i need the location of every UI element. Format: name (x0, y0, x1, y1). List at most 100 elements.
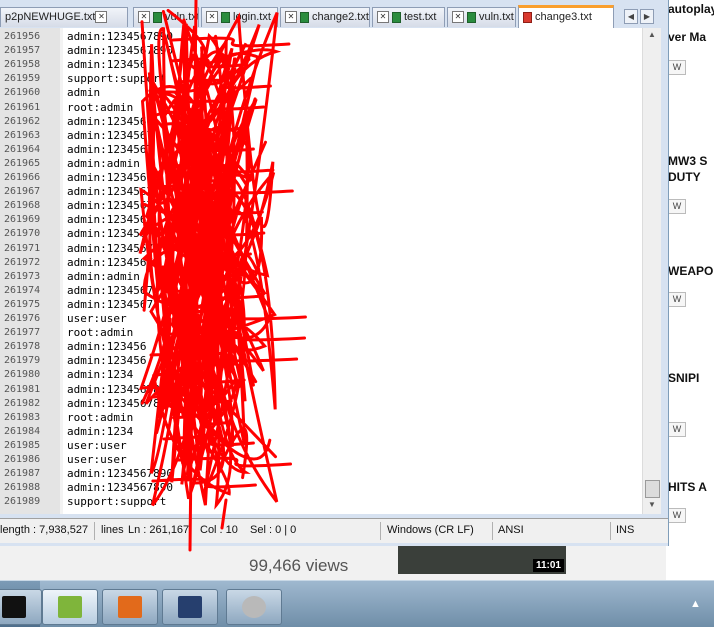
line-number: 261967 (4, 186, 41, 198)
status-length: length : 7,938,527 (0, 524, 89, 536)
tab-scroll-right-icon[interactable]: ▶ (640, 9, 654, 24)
video-title-fragment[interactable]: autoplay (668, 2, 714, 16)
status-insert-mode[interactable]: INS (616, 524, 634, 536)
line-text: admin:admin (67, 156, 140, 170)
line-number: 261979 (4, 355, 41, 367)
file-icon (300, 11, 309, 23)
tab-bar: ◀ ▶ p2pNEWHUGE.txt ✕ ✕ vuln.txt ✕ login.txt ✕ c… (0, 4, 668, 28)
line-text: support:support (67, 495, 167, 509)
line-text: admin:1234 (67, 368, 134, 382)
watch-later-badge[interactable]: W (668, 60, 686, 75)
line-number: 261968 (4, 200, 41, 212)
status-divider (94, 522, 95, 540)
tab-label: vuln.txt (479, 11, 514, 23)
video-title-fragment[interactable]: WEAPO (668, 264, 713, 278)
tab-label: change3.txt (535, 11, 592, 23)
close-tab-icon[interactable]: ✕ (138, 11, 150, 24)
video-title-fragment[interactable]: DUTY (668, 170, 701, 184)
line-text: admin:1234567890 (67, 44, 173, 58)
speaker-app-icon (242, 596, 266, 618)
line-number: 261958 (4, 59, 41, 71)
taskbar-button[interactable] (162, 589, 218, 625)
watch-later-badge[interactable]: W (668, 508, 686, 523)
video-duration: 11:01 (532, 559, 564, 572)
line-number: 261986 (4, 454, 41, 465)
close-tab-icon[interactable]: ✕ (206, 11, 218, 24)
line-text: admin:123456 (67, 354, 147, 368)
line-text: admin:admin (67, 269, 140, 283)
line-number: 261971 (4, 242, 41, 254)
close-tab-icon[interactable]: ✕ (285, 11, 297, 24)
vertical-scrollbar[interactable]: ▲ ▼ (642, 28, 661, 514)
line-text: admin:1234567 (67, 227, 154, 241)
mirc-icon (118, 596, 142, 618)
video-title-fragment[interactable]: HITS A (668, 480, 707, 494)
status-divider (492, 522, 493, 540)
tab-vuln-txt[interactable]: ✕ vuln.txt (133, 7, 199, 27)
line-number: 261966 (4, 172, 41, 183)
line-number: 261957 (4, 45, 41, 57)
tab-vuln-txt[interactable]: ✕ vuln.txt (447, 7, 516, 27)
editor-text-area[interactable]: 261956 admin:1234567890 261957 admin:123456… (0, 28, 660, 514)
video-thumbnail[interactable]: 11:01 (398, 544, 566, 574)
line-text: root:admin (67, 100, 134, 114)
tab-label: change2.txt (312, 11, 369, 23)
watch-later-badge[interactable]: W (668, 199, 686, 214)
tab-label: vuln.txt (165, 11, 199, 23)
line-number: 261978 (4, 341, 41, 353)
close-tab-icon[interactable]: ✕ (452, 11, 464, 24)
line-number: 261969 (4, 214, 41, 226)
taskbar-button[interactable] (102, 589, 158, 625)
taskbar-button[interactable] (226, 589, 282, 625)
line-text: admin:1234567 (67, 199, 154, 213)
line-text: admin:1234567890 (67, 467, 173, 481)
line-text: admin:12345678 (67, 382, 160, 396)
watch-later-badge[interactable]: W (668, 292, 686, 307)
line-number: 261961 (4, 101, 41, 113)
line-number: 261960 (4, 87, 41, 99)
line-text: admin:1234567 (67, 142, 154, 156)
scroll-down-icon[interactable]: ▼ (646, 500, 658, 509)
line-text: user:user (67, 312, 127, 325)
file-icon (523, 11, 532, 23)
status-column: Col : 10 (200, 524, 238, 536)
close-tab-icon[interactable]: ✕ (377, 11, 389, 24)
tab-scroll-left-icon[interactable]: ◀ (624, 9, 638, 24)
scrollbar-thumb[interactable] (645, 480, 660, 498)
line-number: 261963 (4, 129, 41, 141)
status-divider (380, 522, 381, 540)
line-number: 261965 (4, 157, 41, 169)
video-title-fragment[interactable]: SNIPI (668, 371, 699, 385)
line-number: 261975 (4, 298, 41, 310)
tab-p2pnewhuge-txt[interactable]: p2pNEWHUGE.txt ✕ (0, 7, 128, 27)
line-number: 261964 (4, 143, 41, 155)
video-title-fragment[interactable]: MW3 S (668, 154, 707, 168)
tab-test-txt[interactable]: ✕ test.txt (372, 7, 445, 27)
status-encoding[interactable]: ANSI (498, 524, 524, 536)
line-number: 261970 (4, 228, 41, 240)
line-number: 261977 (4, 327, 41, 339)
notepad-plus-plus-icon (58, 596, 82, 618)
line-number: 261972 (4, 256, 41, 268)
close-tab-icon[interactable]: ✕ (95, 11, 108, 24)
view-count: 99,466 views (249, 556, 349, 575)
taskbar-button[interactable] (42, 589, 98, 625)
line-number: 261956 (4, 31, 41, 42)
line-number: 261980 (4, 369, 41, 381)
line-number: 261973 (4, 270, 41, 282)
scroll-up-icon[interactable]: ▲ (646, 30, 658, 39)
status-selection: Sel : 0 | 0 (250, 524, 297, 536)
tab-login-txt[interactable]: ✕ login.txt (201, 7, 278, 27)
line-text: admin:1234567 (67, 241, 154, 255)
tab-label: login.txt (233, 11, 271, 23)
taskbar-button[interactable] (0, 589, 42, 625)
line-text: admin:1234567890 (67, 30, 173, 43)
tab-change3-txt[interactable]: change3.txt (518, 5, 614, 28)
file-icon (467, 11, 476, 23)
video-title-fragment[interactable]: ver Ma (668, 30, 706, 44)
status-eol-format[interactable]: Windows (CR LF) (387, 524, 474, 536)
tray-overflow-icon[interactable]: ▲ (690, 598, 701, 610)
line-text: user:user (67, 438, 127, 452)
watch-later-badge[interactable]: W (668, 422, 686, 437)
tab-change2-txt[interactable]: ✕ change2.txt (280, 7, 370, 27)
